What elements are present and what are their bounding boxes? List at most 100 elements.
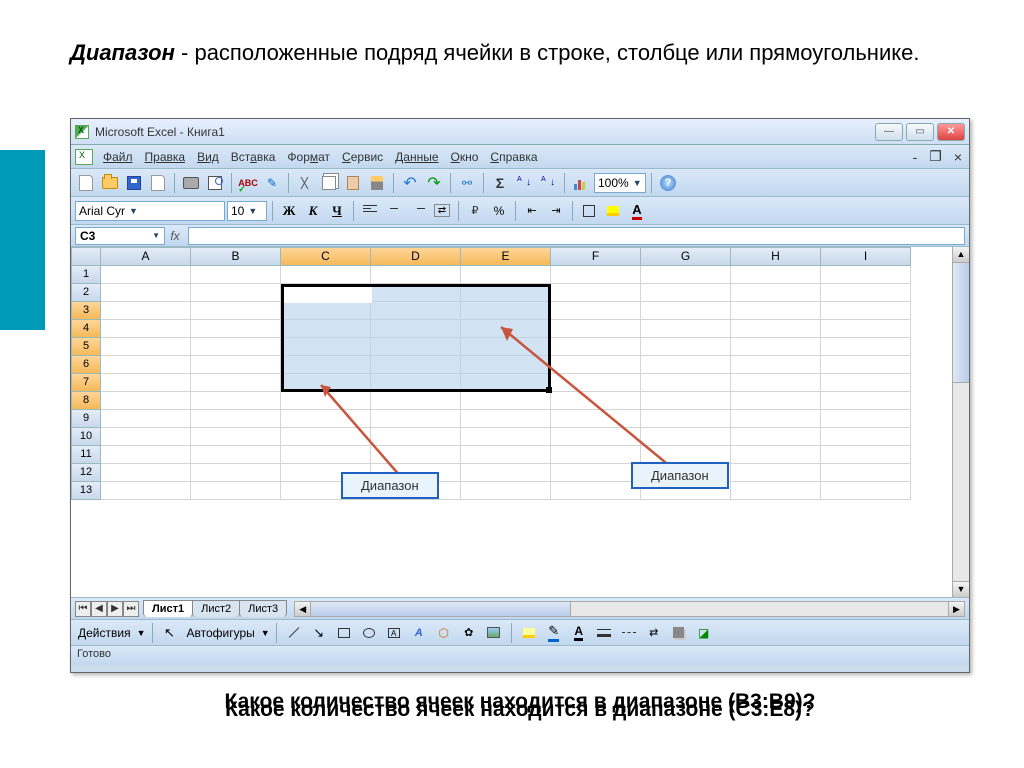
row-10[interactable]: 10 xyxy=(71,428,101,446)
percent-button[interactable]: % xyxy=(488,200,510,222)
line-tool[interactable] xyxy=(283,622,305,644)
col-b[interactable]: B xyxy=(191,247,281,266)
hscroll-thumb[interactable] xyxy=(311,602,571,616)
clipart-tool[interactable]: ✿ xyxy=(458,622,480,644)
row-1[interactable]: 1 xyxy=(71,266,101,284)
fill-color-button[interactable] xyxy=(602,200,624,222)
arrow-tool[interactable]: ↘ xyxy=(308,622,330,644)
col-f[interactable]: F xyxy=(551,247,641,266)
tab-first-icon[interactable]: ⏮ xyxy=(75,601,91,617)
row-7[interactable]: 7 xyxy=(71,374,101,392)
diagram-tool[interactable]: ⬡ xyxy=(433,622,455,644)
permission-button[interactable] xyxy=(147,172,169,194)
menu-edit[interactable]: Правка xyxy=(139,148,192,166)
borders-button[interactable] xyxy=(578,200,600,222)
3d-tool[interactable]: ◪ xyxy=(693,622,715,644)
new-button[interactable] xyxy=(75,172,97,194)
menu-file[interactable]: Файл xyxy=(97,148,139,166)
vscroll-thumb[interactable] xyxy=(953,263,969,383)
menu-help[interactable]: Справка xyxy=(484,148,543,166)
help-button[interactable]: ? xyxy=(657,172,679,194)
close-button[interactable]: ✕ xyxy=(937,123,965,141)
row-12[interactable]: 12 xyxy=(71,464,101,482)
tab-nav-buttons[interactable]: ⏮ ◀ ▶ ⏭ xyxy=(75,601,139,617)
bold-button[interactable]: Ж xyxy=(278,200,300,222)
vertical-scrollbar[interactable]: ▲ ▼ xyxy=(952,247,969,597)
col-g[interactable]: G xyxy=(641,247,731,266)
font-name-dropdown[interactable]: Arial Cyr▼ xyxy=(75,201,225,221)
sheet-tab-1[interactable]: Лист1 xyxy=(143,600,193,617)
spellcheck-button[interactable]: ABC xyxy=(237,172,259,194)
underline-button[interactable]: Ч xyxy=(326,200,348,222)
sort-desc-button[interactable] xyxy=(537,172,559,194)
undo-button[interactable]: ↶ xyxy=(399,172,421,194)
select-all-corner[interactable] xyxy=(71,247,101,266)
dash-style-tool[interactable] xyxy=(618,622,640,644)
tab-next-icon[interactable]: ▶ xyxy=(107,601,123,617)
doc-restore-button[interactable]: - xyxy=(910,149,921,165)
increase-indent-button[interactable]: ⇥ xyxy=(545,200,567,222)
menu-insert[interactable]: Вставка xyxy=(225,148,282,166)
shadow-tool[interactable] xyxy=(668,622,690,644)
decrease-indent-button[interactable]: ⇤ xyxy=(521,200,543,222)
row-9[interactable]: 9 xyxy=(71,410,101,428)
sheet-tab-3[interactable]: Лист3 xyxy=(239,600,287,617)
rect-tool[interactable] xyxy=(333,622,355,644)
font-size-dropdown[interactable]: 10▼ xyxy=(227,201,267,221)
fill-handle[interactable] xyxy=(546,387,552,393)
row-13[interactable]: 13 xyxy=(71,482,101,500)
menu-format[interactable]: Формат xyxy=(281,148,336,166)
preview-button[interactable] xyxy=(204,172,226,194)
scroll-right-button[interactable]: ▶ xyxy=(948,602,964,616)
select-objects-button[interactable]: ↖ xyxy=(159,622,181,644)
col-a[interactable]: A xyxy=(101,247,191,266)
font-color-tool[interactable]: A xyxy=(568,622,590,644)
arrow-style-tool[interactable]: ⇄ xyxy=(643,622,665,644)
line-style-tool[interactable] xyxy=(593,622,615,644)
sort-asc-button[interactable] xyxy=(513,172,535,194)
row-4[interactable]: 4 xyxy=(71,320,101,338)
name-box[interactable]: C3▼ xyxy=(75,227,165,245)
open-button[interactable] xyxy=(99,172,121,194)
redo-button[interactable]: ↷ xyxy=(423,172,445,194)
chart-wizard-button[interactable] xyxy=(570,172,592,194)
tab-last-icon[interactable]: ⏭ xyxy=(123,601,139,617)
wordart-tool[interactable]: A xyxy=(408,622,430,644)
horizontal-scrollbar[interactable]: ◀ ▶ xyxy=(294,601,965,617)
col-e[interactable]: E xyxy=(461,247,551,266)
formula-input[interactable] xyxy=(188,227,965,245)
menu-data[interactable]: Данные xyxy=(389,148,444,166)
merge-center-button[interactable]: ⇄ xyxy=(431,200,453,222)
currency-button[interactable]: ₽ xyxy=(464,200,486,222)
menu-tools[interactable]: Сервис xyxy=(336,148,389,166)
font-color-button[interactable]: A xyxy=(626,200,648,222)
row-6[interactable]: 6 xyxy=(71,356,101,374)
line-color-tool[interactable]: ✎ xyxy=(543,622,565,644)
copy-button[interactable] xyxy=(318,172,340,194)
col-h[interactable]: H xyxy=(731,247,821,266)
zoom-dropdown[interactable]: 100%▼ xyxy=(594,173,646,193)
print-button[interactable] xyxy=(180,172,202,194)
fx-button[interactable]: fx xyxy=(165,229,185,243)
save-button[interactable] xyxy=(123,172,145,194)
paste-button[interactable] xyxy=(342,172,364,194)
minimize-button[interactable]: — xyxy=(875,123,903,141)
cut-button[interactable] xyxy=(294,172,316,194)
research-button[interactable]: ✎ xyxy=(261,172,283,194)
hyperlink-button[interactable]: ⚯ xyxy=(456,172,478,194)
autoshapes-menu[interactable]: Автофигуры xyxy=(184,626,258,640)
fill-color-tool[interactable] xyxy=(518,622,540,644)
row-5[interactable]: 5 xyxy=(71,338,101,356)
align-center-button[interactable] xyxy=(383,200,405,222)
row-2[interactable]: 2 xyxy=(71,284,101,302)
col-c[interactable]: C xyxy=(281,247,371,266)
document-icon[interactable] xyxy=(75,149,93,165)
menu-window[interactable]: Окно xyxy=(445,148,485,166)
italic-button[interactable]: К xyxy=(302,200,324,222)
format-painter-button[interactable] xyxy=(366,172,388,194)
spreadsheet-grid[interactable]: A B C D E F G H I 1 2 3 4 5 6 7 8 9 10 1… xyxy=(71,247,969,597)
row-8[interactable]: 8 xyxy=(71,392,101,410)
scroll-left-button[interactable]: ◀ xyxy=(295,602,311,616)
align-left-button[interactable] xyxy=(359,200,381,222)
align-right-button[interactable] xyxy=(407,200,429,222)
